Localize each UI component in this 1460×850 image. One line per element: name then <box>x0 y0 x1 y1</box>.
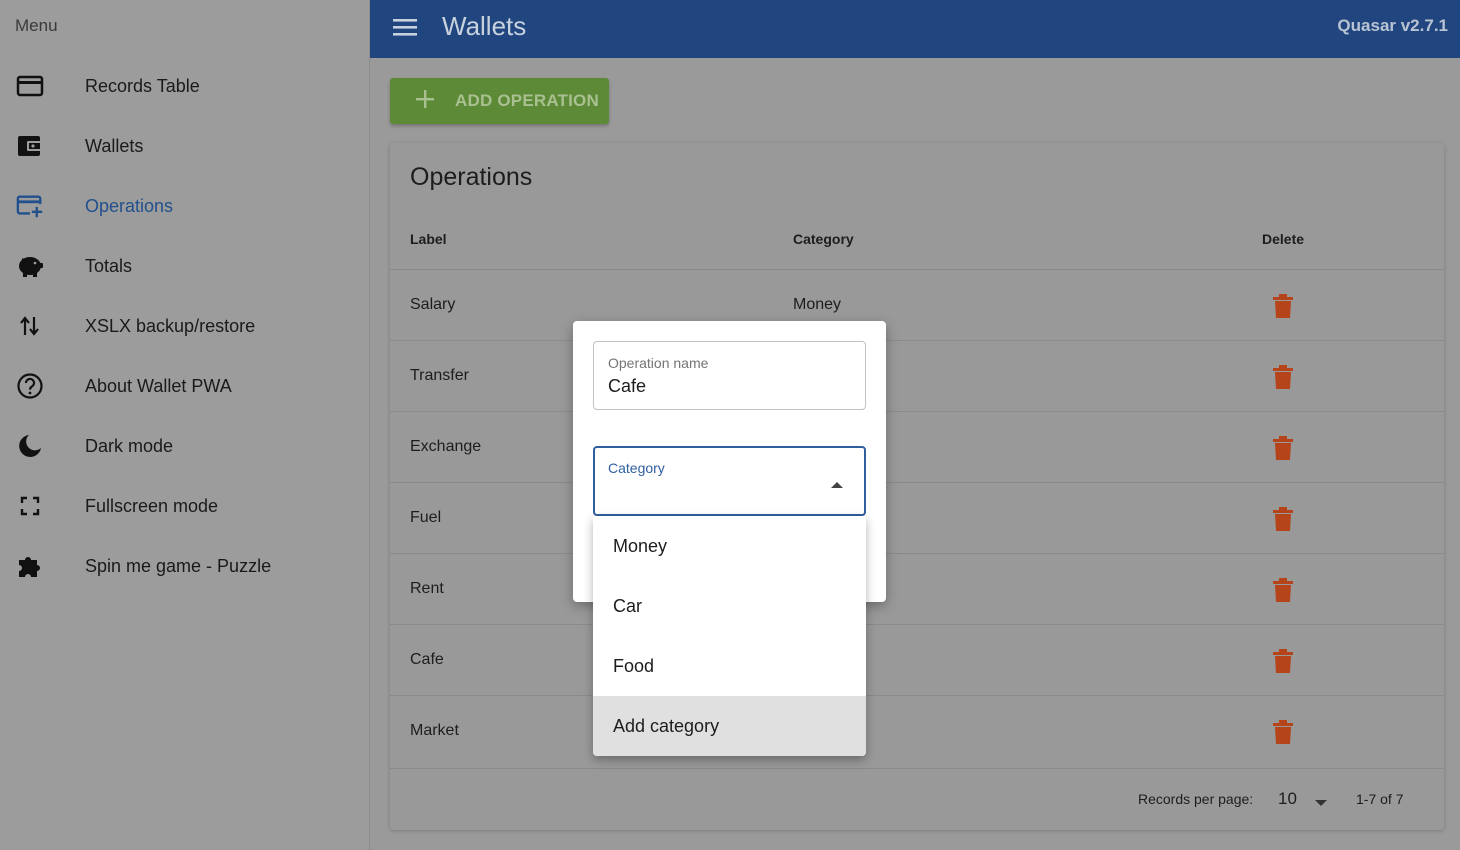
operation-name-label: Operation name <box>608 355 709 371</box>
sidebar-item-label: Operations <box>85 195 174 216</box>
table-row[interactable]: Transfer <box>390 340 1444 411</box>
app-header: Wallets Quasar v2.7.1 <box>370 0 1460 58</box>
cell-label: Market <box>410 722 459 739</box>
swap-vertical-icon <box>16 312 44 340</box>
column-header-label[interactable]: Label <box>410 231 447 247</box>
dropdown-option[interactable]: Car <box>593 576 866 636</box>
dropdown-option[interactable]: Money <box>593 516 866 576</box>
moon-icon <box>16 432 44 460</box>
plus-icon <box>415 89 435 109</box>
trash-icon[interactable] <box>1273 365 1293 389</box>
operations-card: Operations Label Category Delete Salary … <box>390 143 1444 830</box>
sidebar-item-label: Dark mode <box>85 435 174 456</box>
add-operation-button[interactable]: ADD OPERATION <box>390 78 609 124</box>
add-operation-label: ADD OPERATION <box>455 91 599 110</box>
table-row[interactable]: Salary Money <box>390 269 1444 340</box>
card-plus-icon <box>16 192 44 220</box>
cell-label: Rent <box>410 580 444 597</box>
operation-name-input[interactable] <box>608 376 848 397</box>
trash-icon[interactable] <box>1273 649 1293 673</box>
sidebar-item-operations[interactable]: Operations <box>0 176 369 236</box>
version-label: Quasar v2.7.1 <box>1337 16 1448 35</box>
records-per-page-select[interactable]: 10 <box>1278 789 1297 809</box>
trash-icon[interactable] <box>1273 294 1293 318</box>
option-label: Add category <box>613 716 720 736</box>
table-row[interactable]: Market <box>390 695 1444 766</box>
category-dropdown-menu: Money Car Food Add category <box>593 516 866 756</box>
dropdown-option[interactable]: Food <box>593 636 866 696</box>
trash-icon[interactable] <box>1273 507 1293 531</box>
page-title: Wallets <box>442 11 527 41</box>
table-row[interactable]: Cafe <box>390 624 1444 695</box>
records-per-page-label: Records per page: <box>1138 791 1254 807</box>
option-label: Money <box>613 536 668 556</box>
sidebar-item-label: Wallets <box>85 135 144 156</box>
sidebar-item-label: Spin me game - Puzzle <box>85 555 272 576</box>
fullscreen-icon <box>16 492 44 520</box>
option-label: Food <box>613 656 655 676</box>
caret-down-icon[interactable] <box>1314 795 1328 806</box>
category-label: Category <box>608 460 665 476</box>
sidebar-item-totals[interactable]: Totals <box>0 236 369 296</box>
dropdown-option-add-category[interactable]: Add category <box>593 696 866 756</box>
category-select[interactable]: Category <box>593 446 866 516</box>
cell-label: Transfer <box>410 367 469 384</box>
table-row[interactable]: Rent <box>390 553 1444 624</box>
cell-label: Exchange <box>410 438 482 455</box>
pagination-range: 1-7 of 7 <box>1356 791 1404 807</box>
wallet-icon <box>16 132 44 160</box>
operation-name-field[interactable]: Operation name <box>593 341 866 410</box>
column-header-category[interactable]: Category <box>793 231 854 247</box>
column-header-delete: Delete <box>1262 231 1305 247</box>
cell-label: Cafe <box>410 651 444 668</box>
sidebar-item-records-table[interactable]: Records Table <box>0 56 369 116</box>
sidebar: Menu Records Table Wallets Operations To… <box>0 0 370 850</box>
sidebar-item-xslx-backup[interactable]: XSLX backup/restore <box>0 296 369 356</box>
caret-up-icon[interactable] <box>830 477 844 488</box>
cell-category: Money <box>793 296 842 313</box>
trash-icon[interactable] <box>1273 720 1293 744</box>
cell-label: Fuel <box>410 509 442 526</box>
option-label: Car <box>613 596 643 616</box>
menu-title: Menu <box>15 16 58 35</box>
sidebar-item-label: Totals <box>85 255 133 276</box>
puzzle-icon <box>16 552 44 580</box>
help-circle-icon <box>16 372 44 400</box>
card-title: Operations <box>410 163 533 191</box>
sidebar-item-label: Fullscreen mode <box>85 495 219 516</box>
sidebar-item-wallets[interactable]: Wallets <box>0 116 369 176</box>
menu-icon[interactable] <box>392 16 418 38</box>
table-bottom-divider <box>390 768 1444 769</box>
credit-card-icon <box>16 72 44 100</box>
trash-icon[interactable] <box>1273 436 1293 460</box>
trash-icon[interactable] <box>1273 578 1293 602</box>
table-row[interactable]: Fuel <box>390 482 1444 553</box>
cell-label: Salary <box>410 296 456 313</box>
sidebar-item-fullscreen[interactable]: Fullscreen mode <box>0 476 369 536</box>
sidebar-item-dark-mode[interactable]: Dark mode <box>0 416 369 476</box>
sidebar-item-about[interactable]: About Wallet PWA <box>0 356 369 416</box>
table-row[interactable]: Exchange <box>390 411 1444 482</box>
sidebar-item-label: Records Table <box>85 75 200 96</box>
sidebar-item-label: About Wallet PWA <box>85 375 232 396</box>
sidebar-item-label: XSLX backup/restore <box>85 315 256 336</box>
sidebar-item-puzzle[interactable]: Spin me game - Puzzle <box>0 536 369 596</box>
piggy-bank-icon <box>16 252 44 280</box>
